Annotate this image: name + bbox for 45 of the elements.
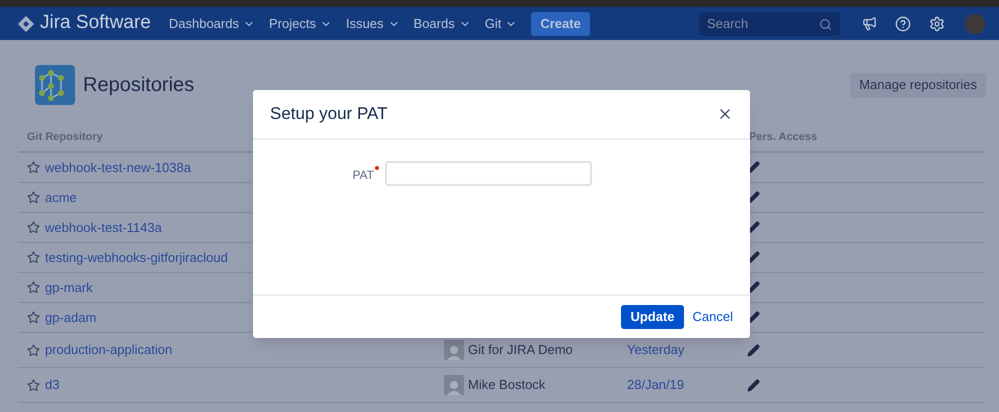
- repository-link[interactable]: webhook-test-new-1038a: [45, 158, 191, 178]
- owner-avatar: [444, 375, 464, 395]
- nav-menu[interactable]: Git: [484, 14, 518, 34]
- column-header: Git Repository: [26, 130, 104, 145]
- nav-menu[interactable]: Boards: [414, 14, 471, 34]
- megaphone-icon[interactable]: [862, 16, 877, 31]
- update-button[interactable]: Update: [621, 305, 684, 329]
- owner-name: Git for JIRA Demo: [468, 341, 573, 360]
- search-field[interactable]: Search: [699, 12, 840, 36]
- page-title: Repositories: [83, 73, 194, 98]
- cancel-link[interactable]: Cancel: [692, 307, 733, 327]
- create-button[interactable]: Create: [531, 12, 590, 36]
- pat-input-field[interactable]: [385, 161, 592, 186]
- star-icon[interactable]: [27, 378, 40, 392]
- repository-link[interactable]: webhook-test-1143a: [45, 218, 162, 238]
- star-icon[interactable]: [27, 251, 40, 264]
- star-icon[interactable]: [27, 311, 40, 324]
- help-icon[interactable]: [895, 16, 911, 32]
- dialog-title: Setup your PAT: [270, 103, 388, 126]
- star-icon[interactable]: [27, 191, 40, 204]
- nav-menu[interactable]: Issues: [346, 14, 400, 34]
- product-name: Jira Software: [40, 11, 151, 36]
- repository-link[interactable]: gp-mark: [45, 278, 93, 298]
- column-header: Pers. Access: [748, 130, 818, 145]
- repository-logo-icon: [35, 65, 75, 105]
- diamond-logo-icon: [18, 16, 34, 32]
- star-icon[interactable]: [27, 221, 40, 234]
- manage-repositories-button[interactable]: Manage repositories: [850, 72, 986, 98]
- updated-date: 28/Jan/19: [627, 377, 684, 392]
- owner-name: Mike Bostock: [468, 376, 546, 394]
- repository-link[interactable]: gp-adam: [45, 308, 96, 328]
- repository-link[interactable]: testing-webhooks-gitforjiracloud: [45, 248, 228, 268]
- star-icon[interactable]: [27, 344, 40, 356]
- settings-icon[interactable]: [929, 16, 945, 32]
- updated-date: Yesterday: [627, 342, 684, 358]
- repository-link[interactable]: acme: [45, 188, 77, 208]
- nav-menu[interactable]: Dashboards: [168, 14, 255, 34]
- owner-avatar: [444, 340, 464, 360]
- field-label: PAT: [352, 167, 374, 184]
- repository-link[interactable]: d3: [45, 375, 60, 395]
- repository-link[interactable]: production-application: [45, 340, 172, 360]
- nav-menu[interactable]: Projects: [268, 14, 332, 34]
- star-icon[interactable]: [27, 281, 40, 294]
- star-icon[interactable]: [27, 161, 40, 174]
- search-icon: [819, 18, 832, 30]
